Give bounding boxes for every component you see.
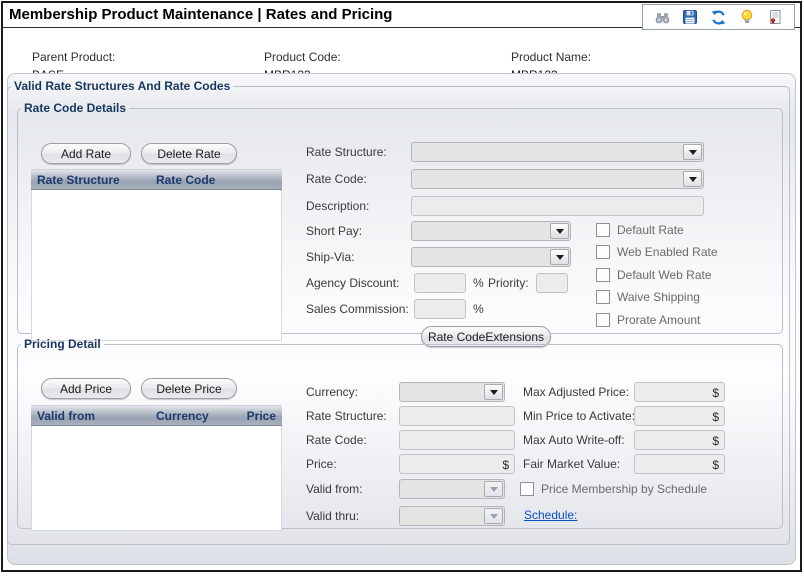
rate-code-details-group: Rate Code Details Add Rate Delete Rate R… [17,101,783,334]
description-label: Description: [306,199,369,213]
valid-thru-select[interactable] [399,506,505,526]
fair-market-value-dollar: $ [712,458,719,472]
waive-shipping-row: Waive Shipping [596,290,700,304]
agency-discount-percent: % [473,276,484,290]
valid-thru-label: Valid thru: [306,509,359,523]
price-membership-by-schedule-checkbox[interactable] [520,482,534,496]
chevron-down-icon[interactable] [683,171,702,187]
pricing-rate-code-label: Rate Code: [306,433,367,447]
rate-table-body [31,190,282,341]
chevron-down-icon[interactable] [550,223,569,239]
ship-via-select[interactable] [411,247,571,267]
pricing-rate-structure-label: Rate Structure: [306,409,387,423]
price-label: Price: [306,457,337,471]
pricing-rate-structure-input[interactable] [399,406,515,426]
price-membership-by-schedule-label: Price Membership by Schedule [541,482,707,496]
parent-product-label: Parent Product: [32,50,115,64]
description-input[interactable] [411,196,704,216]
price-table-header: Valid from Currency Price [31,405,282,426]
web-enabled-rate-checkbox[interactable] [596,245,610,259]
pricing-detail-legend: Pricing Detail [21,337,104,351]
default-rate-label: Default Rate [617,223,684,237]
rate-table-header: Rate Structure Rate Code [31,169,282,190]
price-table-col-price[interactable]: Price [247,409,276,423]
ship-via-label: Ship-Via: [306,250,354,264]
pricing-detail-group: Pricing Detail Add Price Delete Price Va… [17,337,783,529]
prorate-amount-label: Prorate Amount [617,313,700,327]
chevron-down-icon[interactable] [484,508,503,524]
web-enabled-rate-label: Web Enabled Rate [617,245,718,259]
chevron-down-icon[interactable] [550,249,569,265]
priority-input[interactable] [536,273,568,293]
add-price-button[interactable]: Add Price [41,378,131,399]
rate-structure-select[interactable] [411,142,704,162]
waive-shipping-label: Waive Shipping [617,290,700,304]
max-auto-write-off-label: Max Auto Write-off: [523,433,625,447]
max-adjusted-price-input[interactable]: $ [634,382,725,402]
rate-table-col-rate-code[interactable]: Rate Code [156,173,215,187]
min-price-to-activate-label: Min Price to Activate: [523,409,635,423]
delete-rate-button[interactable]: Delete Rate [141,143,237,164]
chevron-down-icon[interactable] [484,384,503,400]
binoculars-icon[interactable] [653,8,671,26]
price-table-col-valid-from[interactable]: Valid from [31,409,95,423]
refresh-icon[interactable] [709,8,727,26]
price-input[interactable]: $ [399,454,515,474]
schedule-link[interactable]: Schedule: [524,508,577,522]
default-web-rate-checkbox[interactable] [596,268,610,282]
default-rate-row: Default Rate [596,223,684,237]
max-auto-write-off-dollar: $ [712,434,719,448]
priority-label: Priority: [488,276,529,290]
price-table-col-currency[interactable]: Currency [156,409,209,423]
prorate-amount-checkbox[interactable] [596,313,610,327]
rate-code-details-legend: Rate Code Details [21,101,129,115]
sales-commission-percent: % [473,302,484,316]
price-table-body [31,426,282,531]
save-icon[interactable] [681,8,699,26]
price-dollar: $ [502,458,509,472]
price-membership-by-schedule-row: Price Membership by Schedule [520,482,707,496]
valid-rate-structures-legend: Valid Rate Structures And Rate Codes [11,79,233,93]
rate-structure-label: Rate Structure: [306,145,387,159]
sales-commission-label: Sales Commission: [306,302,409,316]
agency-discount-label: Agency Discount: [306,276,399,290]
add-rate-button[interactable]: Add Rate [41,143,131,164]
chevron-down-icon[interactable] [683,144,702,160]
agency-discount-input[interactable] [414,273,466,293]
max-adjusted-price-label: Max Adjusted Price: [523,385,629,399]
currency-label: Currency: [306,385,358,399]
application-window: Membership Product Maintenance | Rates a… [1,1,802,572]
max-auto-write-off-input[interactable]: $ [634,430,725,450]
lightbulb-icon[interactable] [738,8,756,26]
default-rate-checkbox[interactable] [596,223,610,237]
chevron-down-icon[interactable] [484,481,503,497]
max-adjusted-price-dollar: $ [712,386,719,400]
default-web-rate-label: Default Web Rate [617,268,712,282]
valid-from-select[interactable] [399,479,505,499]
fair-market-value-input[interactable]: $ [634,454,725,474]
currency-select[interactable] [399,382,505,402]
delete-price-button[interactable]: Delete Price [141,378,237,399]
rate-table-col-rate-structure[interactable]: Rate Structure [31,173,120,187]
min-price-to-activate-dollar: $ [712,410,719,424]
short-pay-label: Short Pay: [306,224,362,238]
page-title: Membership Product Maintenance | Rates a… [9,6,392,23]
prorate-amount-row: Prorate Amount [596,313,700,327]
fair-market-value-label: Fair Market Value: [523,457,620,471]
valid-from-label: Valid from: [306,482,362,496]
record-header: Parent Product: BASE Product Code: MBR12… [3,29,800,73]
rate-code-label: Rate Code: [306,172,367,186]
web-enabled-rate-row: Web Enabled Rate [596,245,718,259]
toolbar [642,4,795,30]
waive-shipping-checkbox[interactable] [596,290,610,304]
product-name-label: Product Name: [511,50,591,64]
report-icon[interactable] [766,8,784,26]
pricing-rate-code-input[interactable] [399,430,515,450]
short-pay-select[interactable] [411,221,571,241]
rate-code-select[interactable] [411,169,704,189]
min-price-to-activate-input[interactable]: $ [634,406,725,426]
product-code-label: Product Code: [264,50,341,64]
sales-commission-input[interactable] [414,299,466,319]
default-web-rate-row: Default Web Rate [596,268,712,282]
